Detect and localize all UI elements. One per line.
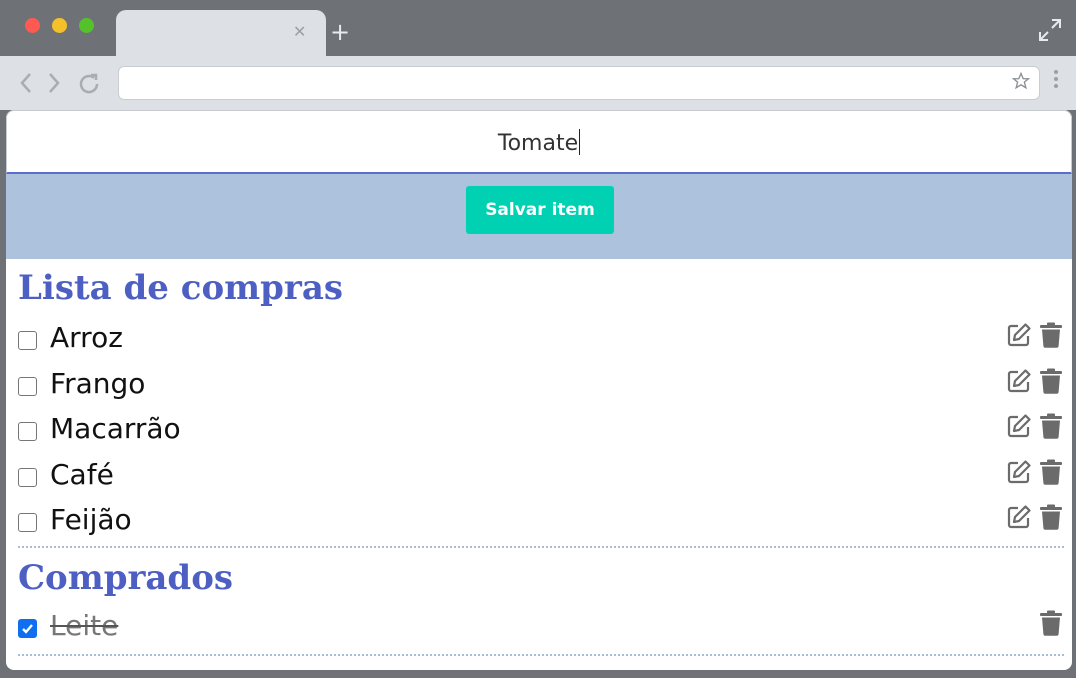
bookmark-star-icon[interactable] bbox=[1012, 72, 1030, 90]
purchased-title: Comprados bbox=[18, 558, 234, 598]
item-checkbox[interactable] bbox=[18, 376, 37, 396]
trash-icon[interactable] bbox=[1039, 504, 1063, 534]
minimize-window-button[interactable] bbox=[52, 18, 67, 33]
edit-icon[interactable] bbox=[1006, 459, 1032, 489]
address-bar[interactable] bbox=[118, 66, 1040, 100]
save-bar: Salvar item bbox=[6, 174, 1072, 259]
reload-icon[interactable] bbox=[76, 71, 102, 97]
list-item: Frango bbox=[18, 366, 1064, 406]
list-item: Arroz bbox=[18, 320, 1064, 360]
back-icon[interactable] bbox=[18, 71, 34, 95]
edit-icon[interactable] bbox=[1006, 504, 1032, 534]
list-item: Macarrão bbox=[18, 411, 1064, 451]
save-item-button[interactable]: Salvar item bbox=[466, 186, 614, 234]
edit-icon[interactable] bbox=[1006, 322, 1032, 352]
edit-icon[interactable] bbox=[1006, 413, 1032, 443]
item-checkbox[interactable] bbox=[18, 331, 37, 350]
trash-icon[interactable] bbox=[1039, 610, 1063, 640]
list-item: Café bbox=[18, 457, 1064, 497]
forward-icon[interactable] bbox=[46, 71, 62, 95]
close-window-button[interactable] bbox=[25, 18, 40, 33]
trash-icon[interactable] bbox=[1039, 368, 1063, 398]
item-checkbox[interactable] bbox=[18, 467, 37, 487]
shopping-list-title: Lista de compras bbox=[18, 268, 343, 308]
item-input[interactable] bbox=[7, 111, 1071, 172]
tab-close-icon[interactable]: ✕ bbox=[293, 22, 306, 41]
item-checkbox[interactable] bbox=[18, 619, 37, 638]
item-label: Arroz bbox=[50, 321, 123, 354]
list-item: Leite bbox=[18, 608, 1064, 648]
item-checkbox[interactable] bbox=[18, 513, 37, 532]
fullscreen-icon[interactable] bbox=[1038, 18, 1062, 42]
item-checkbox[interactable] bbox=[18, 422, 37, 441]
item-label: Leite bbox=[50, 609, 119, 642]
trash-icon[interactable] bbox=[1039, 459, 1063, 489]
maximize-window-button[interactable] bbox=[79, 18, 94, 33]
trash-icon[interactable] bbox=[1039, 413, 1063, 443]
shopping-list-app: Tomate Salvar item Lista de compras Arro… bbox=[6, 110, 1072, 670]
item-label: Feijão bbox=[50, 503, 132, 536]
new-tab-icon[interactable]: + bbox=[330, 19, 350, 45]
item-label: Café bbox=[50, 457, 114, 491]
divider bbox=[18, 546, 1064, 548]
item-label: Frango bbox=[50, 366, 146, 400]
edit-icon[interactable] bbox=[1006, 368, 1032, 398]
trash-icon[interactable] bbox=[1039, 322, 1063, 352]
item-input-container: Tomate bbox=[6, 110, 1072, 174]
browser-titlebar: ✕ + bbox=[0, 0, 1076, 56]
list-item: Feijão bbox=[18, 502, 1064, 542]
item-label: Macarrão bbox=[50, 412, 181, 445]
browser-toolbar bbox=[0, 56, 1076, 110]
browser-menu-icon[interactable] bbox=[1054, 70, 1058, 91]
divider bbox=[18, 654, 1064, 656]
